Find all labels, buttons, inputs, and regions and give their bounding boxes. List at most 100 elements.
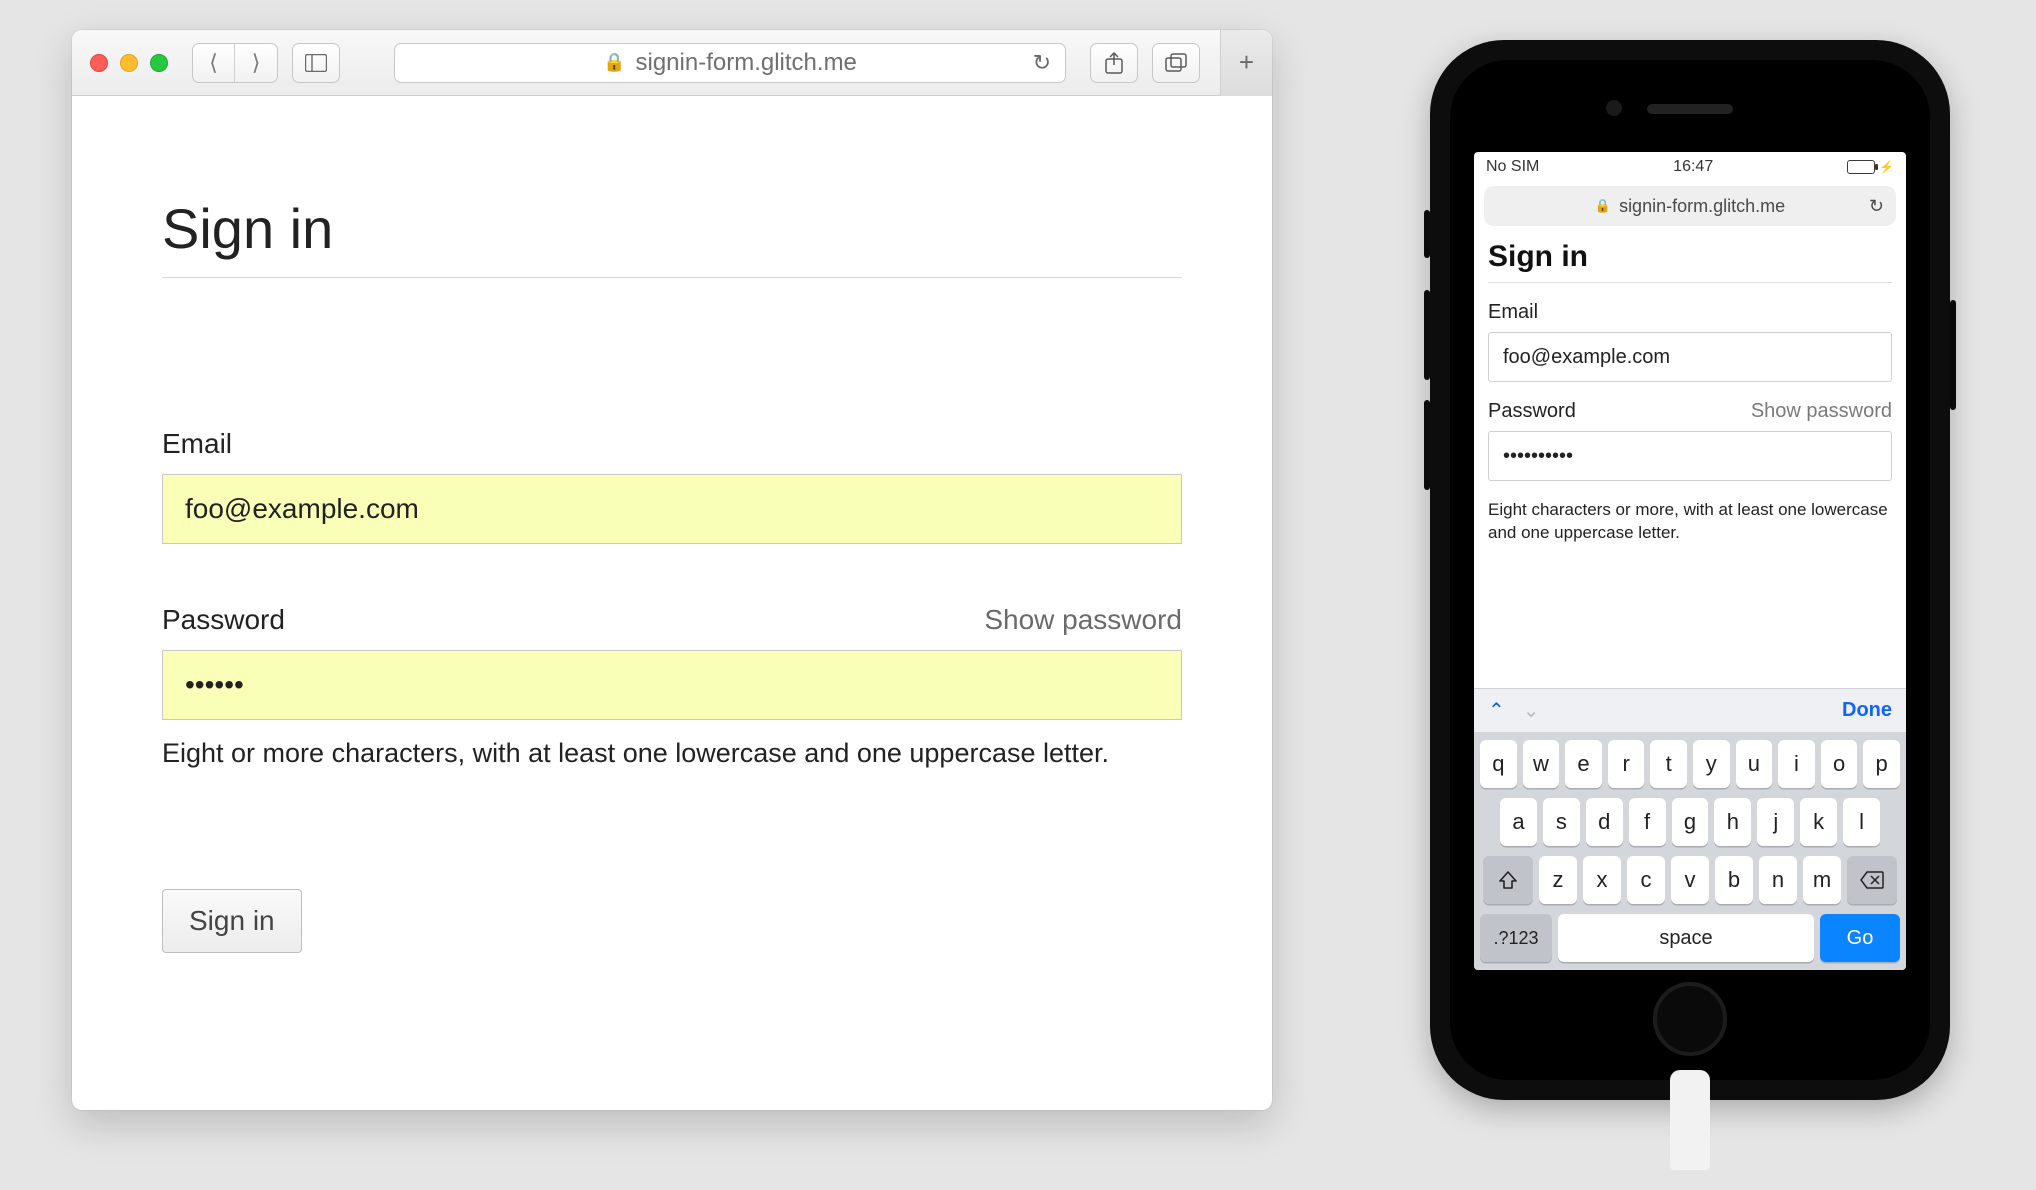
prev-field-button[interactable]: ⌃ [1488, 698, 1505, 723]
password-hint: Eight or more characters, with at least … [162, 738, 1182, 769]
numbers-key[interactable]: .?123 [1480, 914, 1552, 962]
battery-indicator: ⚡ [1847, 160, 1894, 174]
key-i[interactable]: i [1778, 740, 1815, 788]
mobile-page-body: Sign in Email Password Show password Eig… [1474, 236, 1906, 688]
page-title: Sign in [162, 196, 1182, 278]
status-bar: No SIM 16:47 ⚡ [1474, 152, 1906, 182]
back-button[interactable]: ⟨ [193, 44, 235, 82]
backspace-icon [1860, 871, 1884, 889]
plus-icon: + [1239, 47, 1254, 78]
key-e[interactable]: e [1565, 740, 1602, 788]
password-input[interactable] [162, 650, 1182, 720]
mute-switch [1424, 210, 1430, 258]
url-text: signin-form.glitch.me [636, 49, 857, 77]
sidebar-toggle-button[interactable] [292, 43, 340, 83]
key-w[interactable]: w [1523, 740, 1560, 788]
email-field-block: Email [162, 428, 1182, 544]
forward-button[interactable]: ⟩ [235, 44, 277, 82]
reload-button[interactable]: ↻ [1869, 196, 1884, 217]
key-q[interactable]: q [1480, 740, 1517, 788]
key-v[interactable]: v [1671, 856, 1709, 904]
new-tab-button[interactable]: + [1220, 30, 1272, 96]
keyboard-row-4: .?123 space Go [1480, 914, 1900, 962]
signin-button[interactable]: Sign in [162, 889, 302, 953]
fullscreen-window-button[interactable] [150, 54, 168, 72]
speaker [1647, 104, 1733, 114]
backspace-key[interactable] [1847, 856, 1897, 904]
key-k[interactable]: k [1800, 798, 1837, 846]
shift-icon [1498, 870, 1518, 890]
share-icon [1105, 52, 1123, 74]
email-label: Email [1488, 301, 1538, 324]
key-r[interactable]: r [1608, 740, 1645, 788]
home-button[interactable] [1653, 982, 1727, 1056]
go-key[interactable]: Go [1820, 914, 1900, 962]
show-tabs-button[interactable] [1152, 43, 1200, 83]
volume-down-button [1424, 400, 1430, 490]
password-field-block: Password Show password Eight or more cha… [162, 604, 1182, 769]
key-s[interactable]: s [1543, 798, 1580, 846]
keyboard-row-1: q w e r t y u i o p [1480, 740, 1900, 788]
power-button [1950, 300, 1956, 410]
mobile-address-bar[interactable]: 🔒 signin-form.glitch.me ↻ [1484, 186, 1896, 226]
keyboard-done-button[interactable]: Done [1842, 699, 1892, 722]
iphone-screen: No SIM 16:47 ⚡ 🔒 signin-form.glitch.me ↻… [1474, 152, 1906, 970]
key-n[interactable]: n [1759, 856, 1797, 904]
space-key[interactable]: space [1558, 914, 1814, 962]
lock-icon: 🔒 [603, 52, 625, 73]
key-b[interactable]: b [1715, 856, 1753, 904]
shift-key[interactable] [1483, 856, 1533, 904]
key-j[interactable]: j [1757, 798, 1794, 846]
window-controls [90, 54, 168, 72]
carrier-text: No SIM [1486, 158, 1539, 176]
password-hint: Eight characters or more, with at least … [1488, 499, 1892, 545]
address-bar[interactable]: 🔒 signin-form.glitch.me ↻ [394, 43, 1066, 83]
reload-button[interactable]: ↻ [1033, 50, 1051, 76]
key-h[interactable]: h [1714, 798, 1751, 846]
email-label: Email [162, 428, 232, 460]
nav-back-forward: ⟨ ⟩ [192, 43, 278, 83]
password-input[interactable] [1488, 431, 1892, 481]
key-m[interactable]: m [1803, 856, 1841, 904]
password-label: Password [162, 604, 285, 636]
show-password-toggle[interactable]: Show password [1751, 400, 1892, 423]
email-input[interactable] [162, 474, 1182, 544]
lightning-cable [1670, 1070, 1710, 1170]
key-f[interactable]: f [1629, 798, 1666, 846]
show-password-toggle[interactable]: Show password [984, 604, 1182, 636]
sidebar-icon [305, 54, 327, 72]
key-o[interactable]: o [1821, 740, 1858, 788]
key-d[interactable]: d [1586, 798, 1623, 846]
page-title: Sign in [1488, 240, 1892, 283]
key-y[interactable]: y [1693, 740, 1730, 788]
key-u[interactable]: u [1736, 740, 1773, 788]
url-text: signin-form.glitch.me [1619, 196, 1785, 217]
key-a[interactable]: a [1500, 798, 1537, 846]
safari-window: ⟨ ⟩ 🔒 signin-form.glitch.me ↻ + Sign in … [72, 30, 1272, 1110]
share-button[interactable] [1090, 43, 1138, 83]
clock: 16:47 [1673, 158, 1713, 176]
key-p[interactable]: p [1863, 740, 1900, 788]
key-x[interactable]: x [1583, 856, 1621, 904]
password-label: Password [1488, 400, 1576, 423]
minimize-window-button[interactable] [120, 54, 138, 72]
email-input[interactable] [1488, 332, 1892, 382]
on-screen-keyboard: q w e r t y u i o p a s d f g h [1474, 732, 1906, 970]
front-camera [1606, 100, 1622, 116]
iphone-device: No SIM 16:47 ⚡ 🔒 signin-form.glitch.me ↻… [1430, 40, 1950, 1100]
keyboard-row-2: a s d f g h j k l [1480, 798, 1900, 846]
key-g[interactable]: g [1672, 798, 1709, 846]
keyboard-accessory-bar: ⌃ ⌄ Done [1474, 688, 1906, 732]
page-body: Sign in Email Password Show password Eig… [72, 96, 1272, 1110]
next-field-button[interactable]: ⌄ [1523, 698, 1540, 723]
safari-toolbar: ⟨ ⟩ 🔒 signin-form.glitch.me ↻ + [72, 30, 1272, 96]
volume-up-button [1424, 290, 1430, 380]
close-window-button[interactable] [90, 54, 108, 72]
key-t[interactable]: t [1650, 740, 1687, 788]
keyboard-row-3: z x c v b n m [1480, 856, 1900, 904]
key-z[interactable]: z [1539, 856, 1577, 904]
charging-icon: ⚡ [1879, 160, 1894, 174]
key-c[interactable]: c [1627, 856, 1665, 904]
key-l[interactable]: l [1843, 798, 1880, 846]
iphone-bezel: No SIM 16:47 ⚡ 🔒 signin-form.glitch.me ↻… [1450, 60, 1930, 1080]
